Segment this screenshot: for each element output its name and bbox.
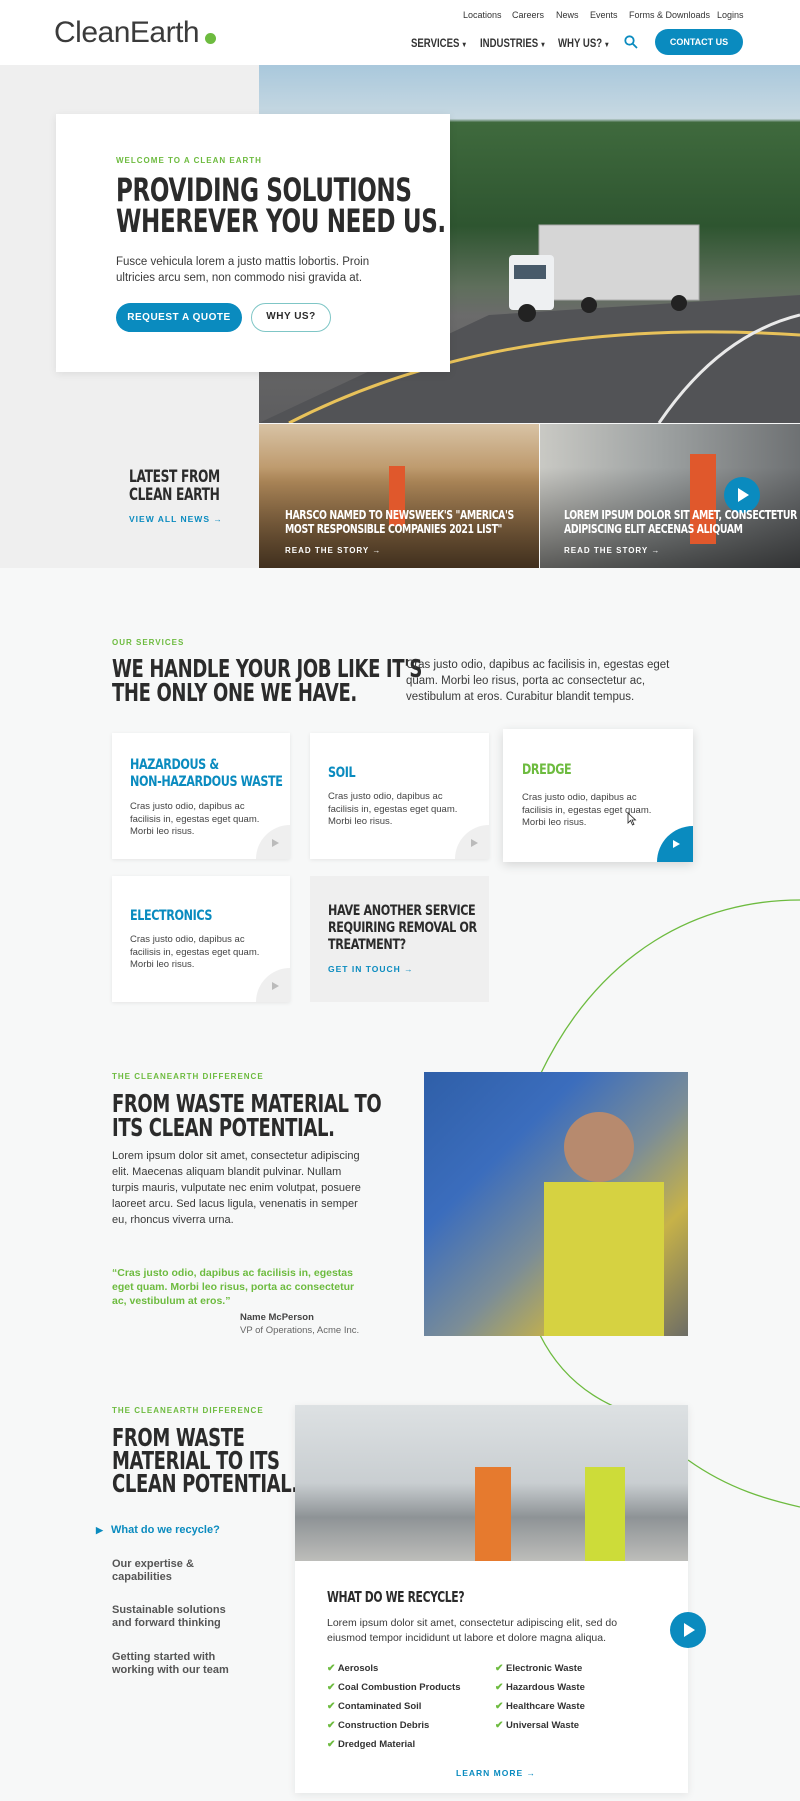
recycle-item-label: Electronic Waste bbox=[506, 1663, 583, 1674]
arrow-right-icon: → bbox=[404, 964, 414, 974]
side-item-line2: capabilities bbox=[112, 1571, 172, 1583]
recycle-item-label: Healthcare Waste bbox=[506, 1701, 585, 1712]
recycle-item: ✔ Aerosols bbox=[327, 1663, 378, 1674]
service-card-hazardous[interactable]: HAZARDOUS & NON-HAZARDOUS WASTE Cras jus… bbox=[112, 733, 290, 859]
worker-figure-yellow bbox=[585, 1467, 625, 1561]
worker-photo bbox=[424, 1072, 688, 1336]
safety-vest bbox=[544, 1182, 664, 1336]
services-intro: Cras justo odio, dapibus ac facilisis in… bbox=[406, 659, 670, 703]
service-title: SOIL bbox=[328, 765, 356, 781]
side-item-line1: Sustainable solutions bbox=[112, 1604, 226, 1616]
check-icon: ✔ bbox=[327, 1682, 336, 1693]
side-item-line1: Getting started with bbox=[112, 1651, 216, 1663]
quote-author: Name McPerson bbox=[240, 1312, 314, 1323]
side-item-label: What do we recycle? bbox=[110, 1524, 220, 1536]
caret-right-icon: ▶ bbox=[96, 1525, 103, 1535]
side-item-line1: Our expertise & bbox=[112, 1558, 194, 1570]
recycle-item-label: Coal Combustion Products bbox=[338, 1682, 461, 1693]
side-item-what-we-recycle[interactable]: ▶ What do we recycle? bbox=[96, 1524, 220, 1537]
recycle-item-label: Universal Waste bbox=[506, 1720, 580, 1731]
check-icon: ✔ bbox=[495, 1720, 504, 1731]
side-item-expertise[interactable]: Our expertise & capabilities bbox=[112, 1558, 194, 1584]
recycle-item-label: Aerosols bbox=[337, 1663, 379, 1674]
recycle-item: ✔ Contaminated Soil bbox=[327, 1701, 421, 1712]
recycle-item: ✔ Universal Waste bbox=[495, 1720, 579, 1731]
play-icon[interactable] bbox=[455, 825, 489, 859]
recycle-card-text: Lorem ipsum dolor sit amet, consectetur … bbox=[327, 1617, 618, 1644]
check-icon: ✔ bbox=[327, 1739, 336, 1750]
check-icon: ✔ bbox=[495, 1663, 504, 1674]
get-in-touch-link[interactable]: GET IN TOUCH → bbox=[328, 964, 414, 974]
check-icon: ✔ bbox=[495, 1701, 504, 1712]
other-service-card: HAVE ANOTHER SERVICE REQUIRING REMOVAL O… bbox=[310, 876, 489, 1002]
get-in-touch-label: GET IN TOUCH bbox=[328, 964, 401, 974]
recycle-item: ✔ Construction Debris bbox=[327, 1720, 429, 1731]
service-desc: Cras justo odio, dapibus ac facilisis in… bbox=[130, 801, 260, 837]
recycle-item: ✔ Hazardous Waste bbox=[495, 1682, 585, 1693]
worker-face bbox=[564, 1112, 634, 1182]
recycle-card-title: WHAT DO WE RECYCLE? bbox=[327, 1588, 465, 1606]
learn-more-label: LEARN MORE bbox=[456, 1768, 524, 1778]
service-title: DREDGE bbox=[522, 762, 572, 778]
difference-title-line2: ITS CLEAN POTENTIAL. bbox=[112, 1113, 335, 1142]
other-service-line2: REQUIRING REMOVAL OR bbox=[328, 920, 477, 936]
recycle-item: ✔ Healthcare Waste bbox=[495, 1701, 585, 1712]
side-item-sustainable[interactable]: Sustainable solutions and forward thinki… bbox=[112, 1604, 226, 1630]
check-icon: ✔ bbox=[327, 1701, 336, 1712]
recycle-item-label: Dredged Material bbox=[338, 1739, 416, 1750]
quote-role: VP of Operations, Acme Inc. bbox=[240, 1325, 360, 1336]
difference-eyebrow: THE CLEANEARTH DIFFERENCE bbox=[112, 1072, 264, 1081]
learn-more-link[interactable]: LEARN MORE → bbox=[456, 1768, 536, 1778]
other-service-line3: TREATMENT? bbox=[328, 937, 406, 953]
recycle-item: ✔ Electronic Waste bbox=[495, 1663, 582, 1674]
side-item-line2: and forward thinking bbox=[112, 1617, 221, 1629]
check-icon: ✔ bbox=[327, 1720, 336, 1731]
service-desc: Cras justo odio, dapibus ac facilisis in… bbox=[328, 791, 458, 827]
recycle-card: WHAT DO WE RECYCLE? Lorem ipsum dolor si… bbox=[295, 1405, 688, 1793]
service-card-soil[interactable]: SOIL Cras justo odio, dapibus ac facilis… bbox=[310, 733, 489, 859]
recycle-item-label: Construction Debris bbox=[338, 1720, 430, 1731]
service-card-dredge[interactable]: DREDGE Cras justo odio, dapibus ac facil… bbox=[503, 729, 693, 862]
recycle-item-label: Contaminated Soil bbox=[338, 1701, 422, 1712]
service-desc: Cras justo odio, dapibus ac facilisis in… bbox=[522, 792, 652, 828]
service-card-electronics[interactable]: ELECTRONICS Cras justo odio, dapibus ac … bbox=[112, 876, 290, 1002]
check-icon: ✔ bbox=[327, 1663, 336, 1674]
cursor-icon bbox=[627, 812, 637, 826]
play-icon[interactable] bbox=[256, 968, 290, 1002]
difference-text: Lorem ipsum dolor sit amet, consectetur … bbox=[112, 1150, 361, 1226]
play-video-icon[interactable] bbox=[670, 1612, 706, 1648]
recycle-item: ✔ Coal Combustion Products bbox=[327, 1682, 460, 1693]
services-title-line2: THE ONLY ONE WE HAVE. bbox=[112, 678, 357, 707]
difference-quote: “Cras justo odio, dapibus ac facilisis i… bbox=[112, 1267, 355, 1307]
service-title: ELECTRONICS bbox=[130, 908, 213, 924]
side-item-getting-started[interactable]: Getting started with working with our te… bbox=[112, 1651, 229, 1677]
services-eyebrow: OUR SERVICES bbox=[112, 638, 185, 647]
service-desc: Cras justo odio, dapibus ac facilisis in… bbox=[130, 934, 260, 970]
recycle-title-line3: CLEAN POTENTIAL. bbox=[112, 1469, 298, 1498]
worker-figure-orange bbox=[475, 1467, 511, 1561]
service-title-line1: HAZARDOUS & bbox=[130, 757, 219, 773]
other-service-line1: HAVE ANOTHER SERVICE bbox=[328, 903, 476, 919]
play-icon[interactable] bbox=[657, 826, 693, 862]
recycle-item-label: Hazardous Waste bbox=[506, 1682, 585, 1693]
check-icon: ✔ bbox=[495, 1682, 504, 1693]
arrow-right-icon: → bbox=[526, 1768, 537, 1778]
side-item-line2: working with our team bbox=[112, 1664, 229, 1676]
recycle-eyebrow: THE CLEANEARTH DIFFERENCE bbox=[112, 1406, 264, 1415]
recycle-site-photo bbox=[295, 1405, 688, 1561]
service-title-line2: NON-HAZARDOUS WASTE bbox=[130, 774, 283, 790]
recycle-item: ✔ Dredged Material bbox=[327, 1739, 415, 1750]
